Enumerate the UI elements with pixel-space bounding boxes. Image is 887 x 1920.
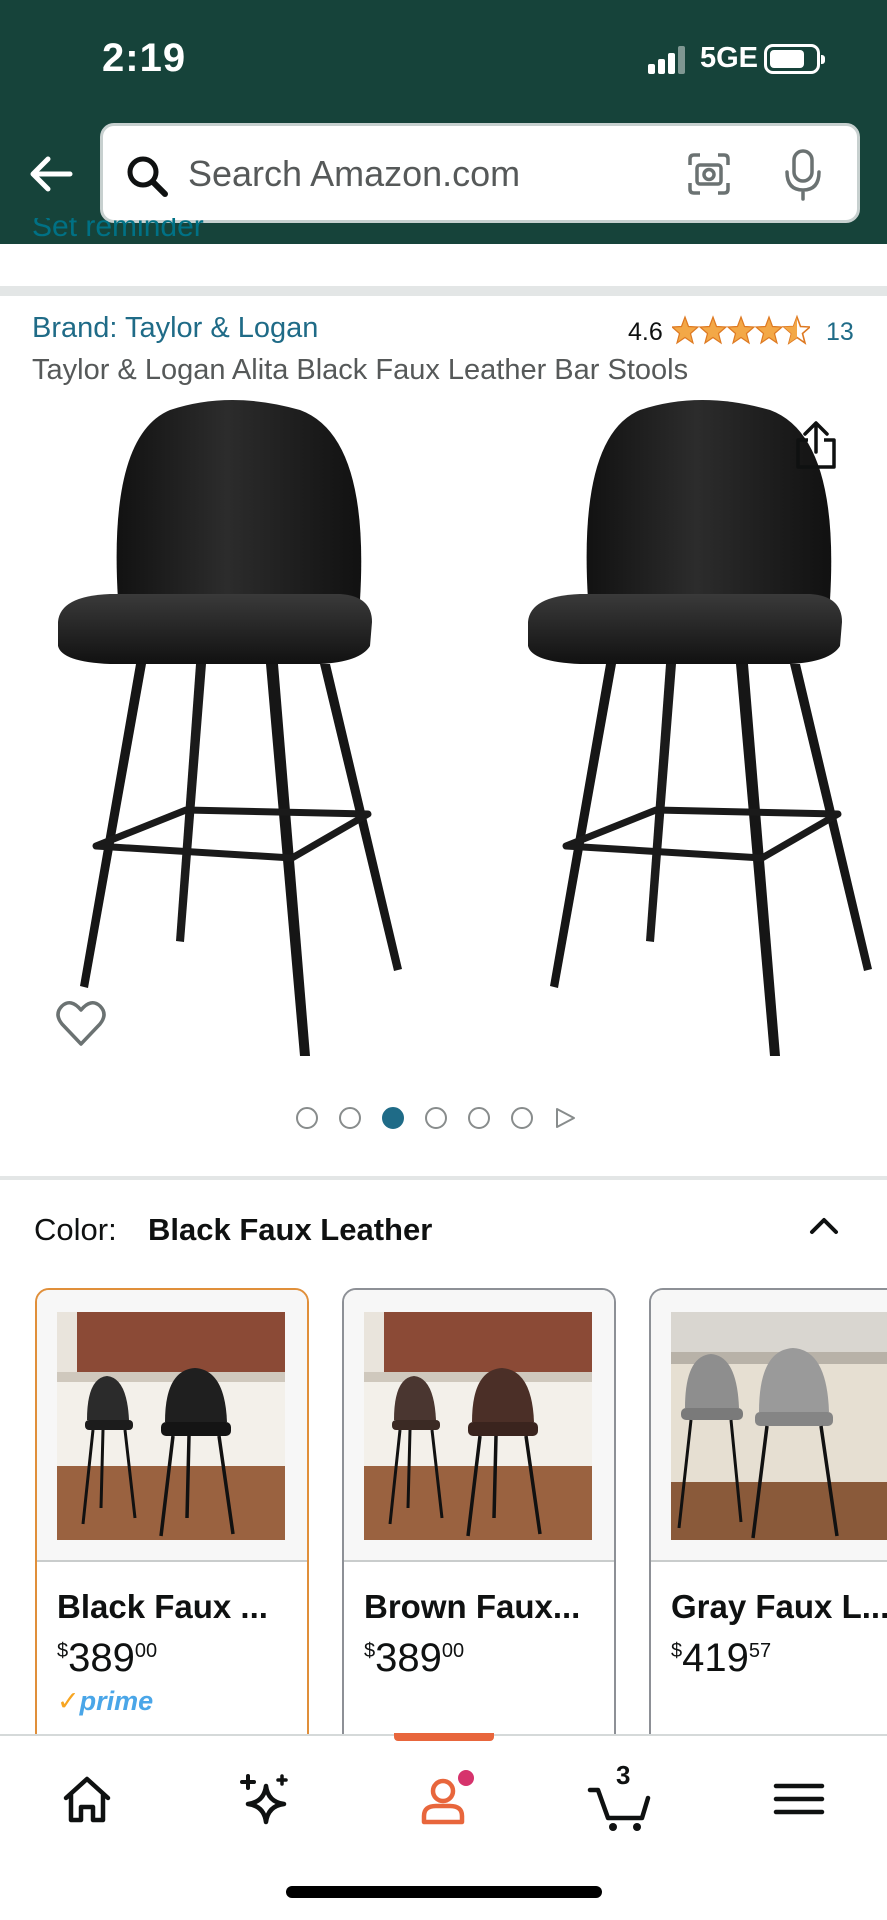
- pagination-dot[interactable]: [511, 1107, 533, 1129]
- color-option-black[interactable]: Black Faux ... $38900 ✓prime: [35, 1288, 309, 1748]
- battery-icon: [764, 44, 825, 74]
- swatch-name: Black Faux ...: [57, 1588, 268, 1625]
- status-time: 2:19: [102, 36, 187, 80]
- color-selected-value: Black Faux Leather: [148, 1212, 433, 1247]
- microphone-icon[interactable]: [783, 148, 823, 202]
- play-video-icon[interactable]: [554, 1107, 576, 1129]
- color-option-gray[interactable]: Gray Faux L... $41957: [649, 1288, 887, 1748]
- signal-icon: [648, 46, 685, 74]
- top-header: 2:19 5GE: [0, 0, 887, 244]
- product-title: Taylor & Logan Alita Black Faux Leather …: [32, 354, 689, 386]
- swatch-name: Gray Faux L...: [671, 1588, 887, 1625]
- search-input[interactable]: [188, 144, 728, 204]
- swatch-image-area: [651, 1290, 887, 1562]
- chevron-up-icon[interactable]: [804, 1206, 844, 1246]
- cart-count-badge: 3: [616, 1760, 631, 1790]
- color-option-brown[interactable]: Brown Faux... $38900: [342, 1288, 616, 1748]
- pagination-dot[interactable]: [468, 1107, 490, 1129]
- rating-count-link[interactable]: 13: [826, 318, 854, 347]
- swatch-thumbnail-brown: [364, 1312, 592, 1540]
- swatch-price: $41957: [671, 1636, 772, 1680]
- heart-wishlist-icon[interactable]: [54, 998, 108, 1050]
- image-pagination: [296, 1106, 576, 1130]
- product-image[interactable]: [0, 396, 887, 1076]
- set-reminder-link[interactable]: Set reminder: [32, 218, 204, 244]
- rating-value: 4.6: [628, 318, 663, 346]
- swatch-image-area: [344, 1290, 614, 1562]
- prime-badge: ✓prime: [57, 1686, 154, 1716]
- section-divider: [0, 1176, 887, 1180]
- pagination-dot[interactable]: [296, 1107, 318, 1129]
- swatch-price: $38900: [57, 1636, 158, 1680]
- color-label: Color:: [34, 1212, 117, 1247]
- back-arrow-icon[interactable]: [26, 150, 74, 198]
- pagination-dot[interactable]: [425, 1107, 447, 1129]
- network-type: 5GE: [700, 42, 759, 74]
- home-icon[interactable]: [52, 1764, 122, 1834]
- account-icon[interactable]: [408, 1764, 478, 1834]
- share-icon[interactable]: [792, 420, 840, 470]
- swatch-name: Brown Faux...: [364, 1588, 581, 1625]
- swatch-price: $38900: [364, 1636, 465, 1680]
- home-indicator[interactable]: [286, 1886, 602, 1898]
- camera-scan-icon[interactable]: [685, 150, 733, 198]
- menu-icon[interactable]: [764, 1764, 834, 1834]
- pagination-dot[interactable]: [339, 1107, 361, 1129]
- swatch-thumbnail-gray: [671, 1312, 887, 1540]
- pagination-dot-active[interactable]: [382, 1107, 404, 1129]
- sparkle-icon[interactable]: [230, 1764, 300, 1834]
- search-box[interactable]: [100, 123, 860, 223]
- section-divider: [0, 286, 887, 296]
- swatch-thumbnail-black: [57, 1312, 285, 1540]
- nav-active-indicator: [394, 1733, 494, 1741]
- search-icon: [127, 156, 168, 197]
- star-rating-icon[interactable]: [672, 314, 810, 346]
- swatch-image-area: [37, 1290, 307, 1562]
- brand-link[interactable]: Brand: Taylor & Logan: [32, 312, 318, 345]
